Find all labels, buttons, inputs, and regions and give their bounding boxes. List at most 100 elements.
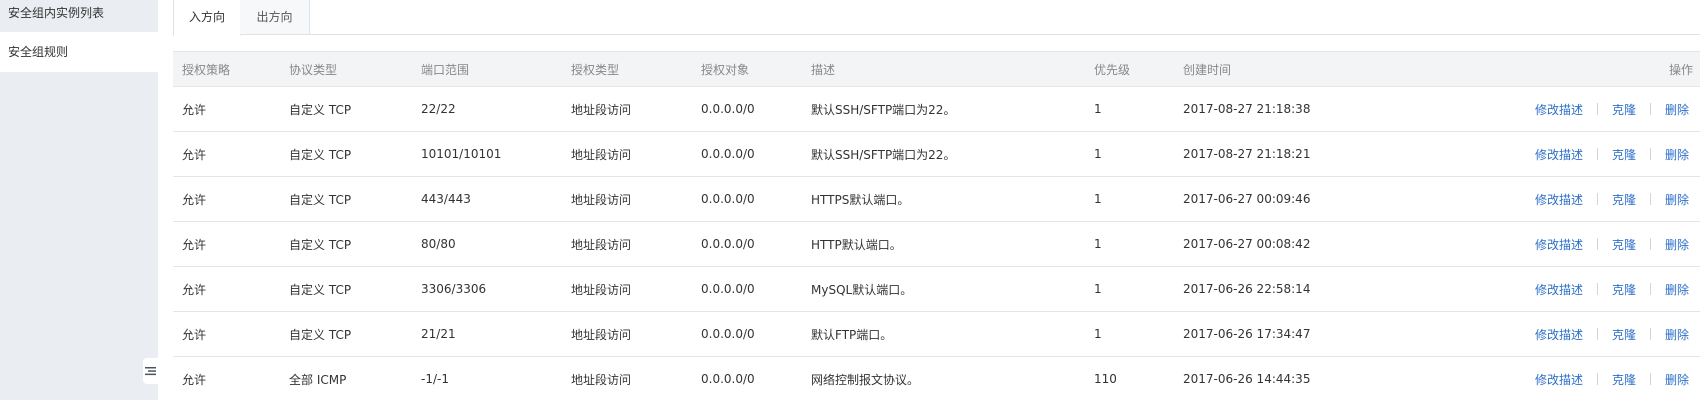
cell-port-range: 21/21	[421, 327, 456, 341]
delete-link[interactable]: 删除	[1665, 101, 1689, 118]
cell-auth-object: 0.0.0.0/0	[701, 327, 755, 341]
row-actions: 修改描述 克隆 删除	[1535, 357, 1689, 400]
cell-auth-type: 地址段访问	[571, 327, 632, 342]
cell-created-time: 2017-06-27 00:09:46	[1183, 192, 1311, 206]
cell-auth-type: 地址段访问	[571, 237, 632, 252]
cell-description: 默认FTP端口。	[811, 327, 893, 342]
cell-created-time: 2017-06-26 14:44:35	[1183, 372, 1311, 386]
delete-link[interactable]: 删除	[1665, 191, 1689, 208]
cell-policy: 允许	[182, 282, 207, 297]
cell-description: 默认SSH/SFTP端口为22。	[811, 102, 956, 117]
tab-inbound[interactable]: 入方向	[173, 0, 241, 36]
cell-auth-object: 0.0.0.0/0	[701, 282, 755, 296]
action-divider	[1596, 328, 1598, 340]
edit-description-link[interactable]: 修改描述	[1535, 191, 1583, 208]
cell-created-time: 2017-08-27 21:18:38	[1183, 102, 1311, 116]
sidebar-item-rules[interactable]: 安全组规则	[0, 32, 158, 72]
action-divider	[1596, 373, 1598, 385]
clone-link[interactable]: 克隆	[1612, 281, 1636, 298]
cell-port-range: 80/80	[421, 237, 456, 251]
edit-description-link[interactable]: 修改描述	[1535, 101, 1583, 118]
row-actions: 修改描述 克隆 删除	[1535, 267, 1689, 311]
header-auth-object: 授权对象	[701, 62, 750, 77]
cell-port-range: 22/22	[421, 102, 456, 116]
edit-description-link[interactable]: 修改描述	[1535, 146, 1583, 163]
cell-created-time: 2017-06-26 22:58:14	[1183, 282, 1311, 296]
sidebar: 安全组内实例列表 安全组规则	[0, 0, 158, 400]
header-description: 描述	[811, 62, 836, 77]
cell-auth-type: 地址段访问	[571, 102, 632, 117]
cell-protocol: 自定义 TCP	[289, 102, 352, 117]
cell-port-range: 3306/3306	[421, 282, 487, 296]
action-divider	[1649, 148, 1651, 160]
cell-protocol: 自定义 TCP	[289, 237, 352, 252]
cell-auth-type: 地址段访问	[571, 192, 632, 207]
row-actions: 修改描述 克隆 删除	[1535, 222, 1689, 266]
delete-link[interactable]: 删除	[1665, 326, 1689, 343]
action-divider	[1649, 373, 1651, 385]
header-protocol: 协议类型	[289, 62, 338, 77]
cell-auth-object: 0.0.0.0/0	[701, 102, 755, 116]
cell-protocol: 自定义 TCP	[289, 147, 352, 162]
action-divider	[1596, 103, 1598, 115]
cell-priority: 110	[1094, 372, 1117, 386]
edit-description-link[interactable]: 修改描述	[1535, 371, 1583, 388]
header-port-range: 端口范围	[421, 62, 470, 77]
sidebar-collapse-button[interactable]	[143, 358, 158, 384]
clone-link[interactable]: 克隆	[1612, 371, 1636, 388]
action-divider	[1649, 103, 1651, 115]
action-divider	[1596, 283, 1598, 295]
direction-tabs: 入方向 出方向	[173, 0, 1700, 36]
clone-link[interactable]: 克隆	[1612, 236, 1636, 253]
cell-auth-type: 地址段访问	[571, 147, 632, 162]
header-actions: 操作	[1668, 62, 1693, 77]
table-row: 允许 自定义 TCP 443/443 地址段访问 0.0.0.0/0 HTTPS…	[173, 177, 1700, 222]
clone-link[interactable]: 克隆	[1612, 326, 1636, 343]
cell-port-range: 10101/10101	[421, 147, 502, 161]
cell-priority: 1	[1094, 147, 1102, 161]
table-row: 允许 自定义 TCP 21/21 地址段访问 0.0.0.0/0 默认FTP端口…	[173, 312, 1700, 357]
header-auth-type: 授权类型	[571, 62, 620, 77]
row-actions: 修改描述 克隆 删除	[1535, 87, 1689, 131]
tab-outbound[interactable]: 出方向	[240, 0, 310, 35]
clone-link[interactable]: 克隆	[1612, 101, 1636, 118]
clone-link[interactable]: 克隆	[1612, 146, 1636, 163]
cell-policy: 允许	[182, 372, 207, 387]
delete-link[interactable]: 删除	[1665, 146, 1689, 163]
row-actions: 修改描述 克隆 删除	[1535, 312, 1689, 356]
cell-port-range: -1/-1	[421, 372, 449, 386]
edit-description-link[interactable]: 修改描述	[1535, 326, 1583, 343]
cell-description: 默认SSH/SFTP端口为22。	[811, 147, 956, 162]
row-actions: 修改描述 克隆 删除	[1535, 177, 1689, 221]
cell-created-time: 2017-06-26 17:34:47	[1183, 327, 1311, 341]
action-divider	[1649, 328, 1651, 340]
cell-auth-object: 0.0.0.0/0	[701, 192, 755, 206]
cell-protocol: 全部 ICMP	[289, 372, 347, 387]
delete-link[interactable]: 删除	[1665, 236, 1689, 253]
cell-port-range: 443/443	[421, 192, 471, 206]
cell-description: HTTPS默认端口。	[811, 192, 910, 207]
cell-protocol: 自定义 TCP	[289, 327, 352, 342]
edit-description-link[interactable]: 修改描述	[1535, 281, 1583, 298]
cell-priority: 1	[1094, 282, 1102, 296]
table-row: 允许 自定义 TCP 80/80 地址段访问 0.0.0.0/0 HTTP默认端…	[173, 222, 1700, 267]
header-created-time: 创建时间	[1183, 62, 1232, 77]
sidebar-item-instance-list[interactable]: 安全组内实例列表	[0, 0, 158, 32]
cell-policy: 允许	[182, 147, 207, 162]
edit-description-link[interactable]: 修改描述	[1535, 236, 1583, 253]
action-divider	[1649, 283, 1651, 295]
table-body: 允许 自定义 TCP 22/22 地址段访问 0.0.0.0/0 默认SSH/S…	[173, 87, 1700, 400]
cell-protocol: 自定义 TCP	[289, 192, 352, 207]
cell-priority: 1	[1094, 102, 1102, 116]
delete-link[interactable]: 删除	[1665, 371, 1689, 388]
cell-auth-object: 0.0.0.0/0	[701, 237, 755, 251]
cell-priority: 1	[1094, 192, 1102, 206]
cell-auth-object: 0.0.0.0/0	[701, 147, 755, 161]
delete-link[interactable]: 删除	[1665, 281, 1689, 298]
cell-policy: 允许	[182, 102, 207, 117]
action-divider	[1596, 193, 1598, 205]
cell-auth-type: 地址段访问	[571, 282, 632, 297]
cell-policy: 允许	[182, 237, 207, 252]
clone-link[interactable]: 克隆	[1612, 191, 1636, 208]
table-row: 允许 自定义 TCP 10101/10101 地址段访问 0.0.0.0/0 默…	[173, 132, 1700, 177]
